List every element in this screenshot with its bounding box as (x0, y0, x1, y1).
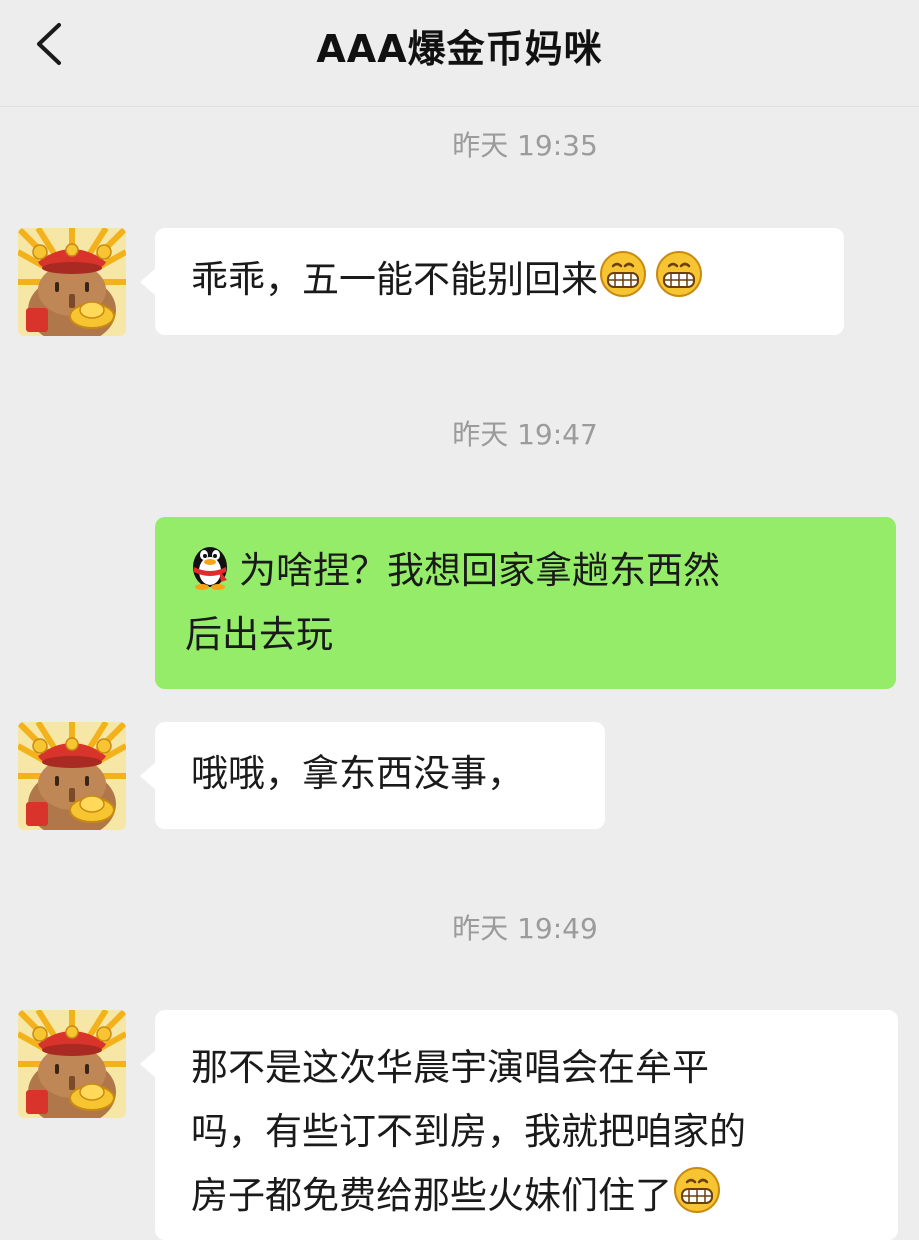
incoming-message[interactable]: 那不是这次华晨宇演唱会在牟平 吗，有些订不到房，我就把咱家的 房子都免费给那些火… (155, 1010, 898, 1240)
message-text: 乖乖，五一能不能别回来 (191, 258, 598, 301)
avatar[interactable] (18, 1010, 126, 1118)
timestamp: 昨天 19:49 (452, 912, 598, 945)
grin-emoji-icon (598, 248, 648, 298)
message-text: 哦哦，拿东西没事， (191, 752, 524, 795)
capybara-avatar-icon (18, 722, 126, 830)
avatar[interactable] (18, 228, 126, 336)
outgoing-message[interactable]: 为啥捏？我想回家拿趟东西然 后出去玩 (155, 517, 896, 689)
grin-emoji-icon (654, 248, 704, 298)
message-text-line: 后出去玩 (185, 613, 333, 656)
capybara-avatar-icon (18, 1010, 126, 1118)
grin-emoji-icon (672, 1164, 722, 1214)
timestamp: 昨天 19:47 (452, 418, 598, 451)
message-text-line: 房子都免费给那些火妹们住了 (191, 1174, 672, 1217)
avatar[interactable] (18, 722, 126, 830)
bubble-tail (140, 1050, 156, 1078)
message-text-line: 那不是这次华晨宇演唱会在牟平 (191, 1046, 709, 1089)
capybara-avatar-icon (18, 228, 126, 336)
message-text-line: 吗，有些订不到房，我就把咱家的 (191, 1110, 746, 1153)
qq-penguin-emoji-icon (185, 537, 235, 591)
chat-header: AAA爆金币妈咪 (0, 0, 919, 107)
message-text-line: 为啥捏？我想回家拿趟东西然 (239, 549, 720, 592)
bubble-tail (140, 268, 156, 296)
incoming-message[interactable]: 乖乖，五一能不能别回来 (155, 228, 844, 335)
bubble-tail (140, 762, 156, 790)
incoming-message[interactable]: 哦哦，拿东西没事， (155, 722, 605, 829)
timestamp: 昨天 19:35 (452, 129, 598, 162)
chat-title: AAA爆金币妈咪 (316, 27, 603, 71)
